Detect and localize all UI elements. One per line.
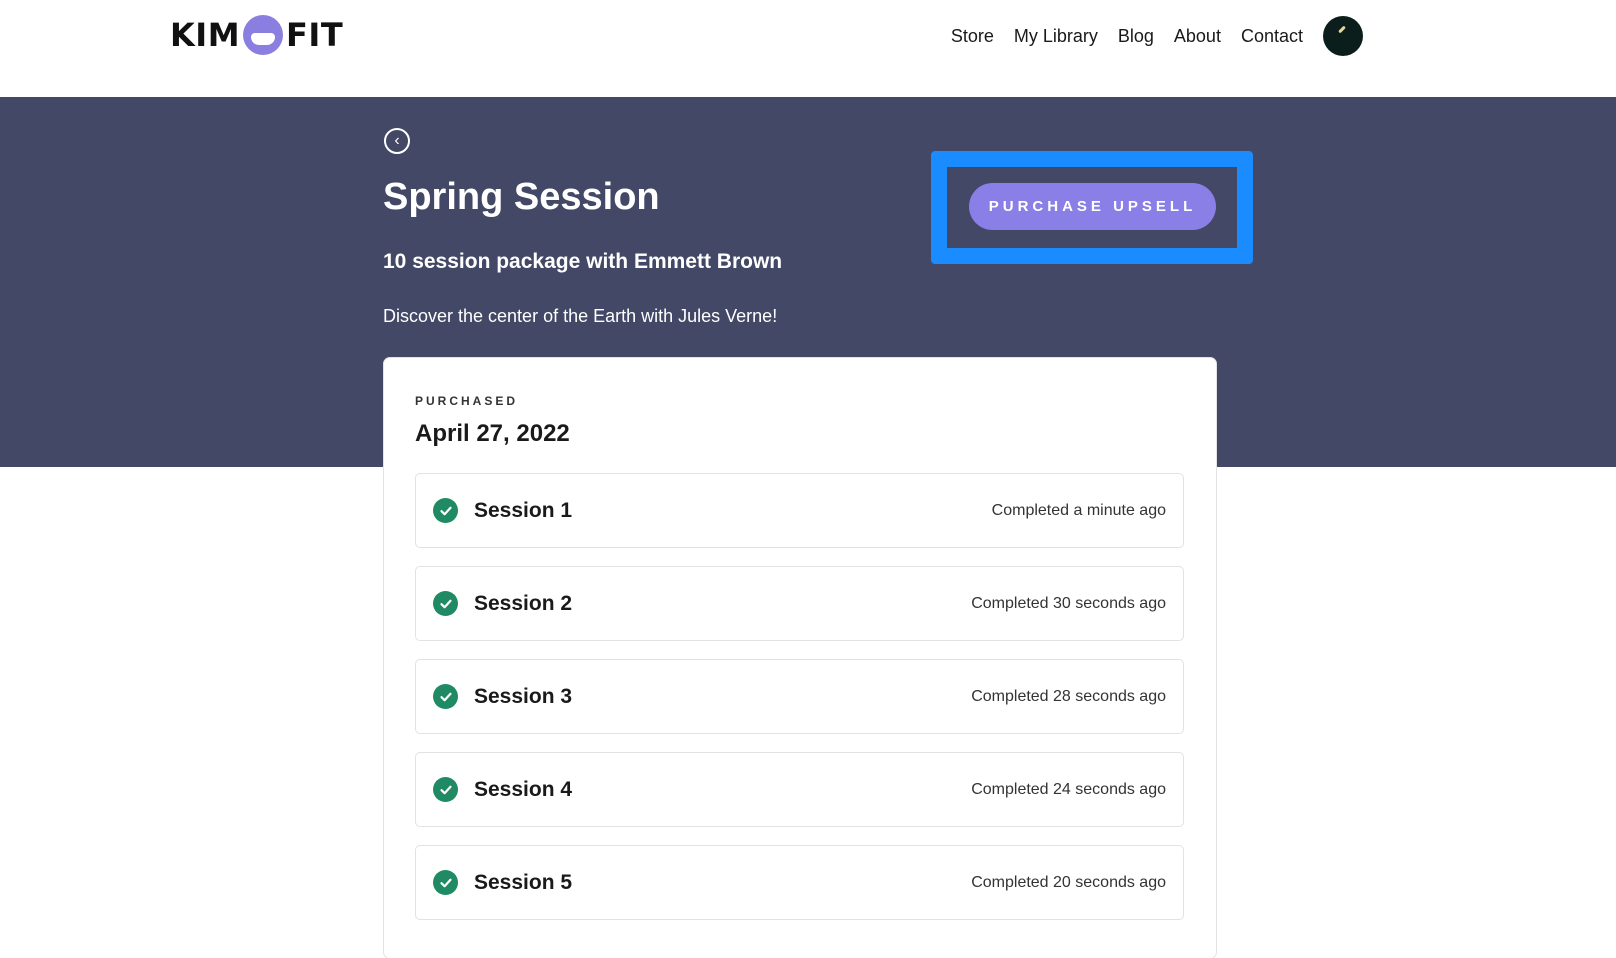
session-list: Session 1 Completed a minute ago Session… <box>415 473 1184 938</box>
logo-text-right: FIT <box>286 16 344 54</box>
product-description: Discover the center of the Earth with Ju… <box>383 306 778 326</box>
session-row-1[interactable]: Session 1 Completed a minute ago <box>415 473 1184 548</box>
check-circle-icon <box>433 777 458 802</box>
session-row-4[interactable]: Session 4 Completed 24 seconds ago <box>415 752 1184 827</box>
session-row-3[interactable]: Session 3 Completed 28 seconds ago <box>415 659 1184 734</box>
nav-link-contact[interactable]: Contact <box>1241 26 1303 47</box>
session-name: Session 3 <box>474 684 573 708</box>
session-row-2[interactable]: Session 2 Completed 30 seconds ago <box>415 566 1184 641</box>
purchased-label: PURCHASED <box>415 394 519 408</box>
session-status: Completed a minute ago <box>991 501 1166 519</box>
nav-link-store[interactable]: Store <box>951 26 994 47</box>
nav-link-about[interactable]: About <box>1174 26 1221 47</box>
nav-link-blog[interactable]: Blog <box>1118 26 1154 47</box>
check-circle-icon <box>433 870 458 895</box>
session-row-5[interactable]: Session 5 Completed 20 seconds ago <box>415 845 1184 920</box>
session-status: Completed 28 seconds ago <box>971 687 1166 705</box>
check-circle-icon <box>433 498 458 523</box>
session-status: Completed 30 seconds ago <box>971 594 1166 612</box>
session-status: Completed 20 seconds ago <box>971 873 1166 891</box>
purchase-upsell-button[interactable]: PURCHASE UPSELL <box>969 183 1216 230</box>
user-avatar[interactable] <box>1323 16 1363 56</box>
top-nav-bar: KIM FIT Store My Library Blog About Cont… <box>0 0 1616 97</box>
logo-text-left: KIM <box>170 16 241 54</box>
session-name: Session 1 <box>474 498 573 522</box>
purchase-date: April 27, 2022 <box>415 420 570 447</box>
product-subtitle: 10 session package with Emmett Brown <box>383 250 783 273</box>
chevron-left-icon: ‹ <box>394 132 400 149</box>
main-nav: Store My Library Blog About Contact <box>931 14 1363 58</box>
kimfit-logo[interactable]: KIM FIT <box>170 13 343 57</box>
check-circle-icon <box>433 684 458 709</box>
logo-mark-icon <box>243 15 284 55</box>
back-button[interactable]: ‹ <box>384 128 410 154</box>
session-name: Session 4 <box>474 777 573 801</box>
session-name: Session 2 <box>474 591 573 615</box>
product-title: Spring Session <box>383 176 660 218</box>
check-circle-icon <box>433 591 458 616</box>
purchase-card: PURCHASED April 27, 2022 Session 1 Compl… <box>384 358 1216 958</box>
session-name: Session 5 <box>474 870 573 894</box>
nav-link-my-library[interactable]: My Library <box>1014 26 1098 47</box>
session-status: Completed 24 seconds ago <box>971 780 1166 798</box>
